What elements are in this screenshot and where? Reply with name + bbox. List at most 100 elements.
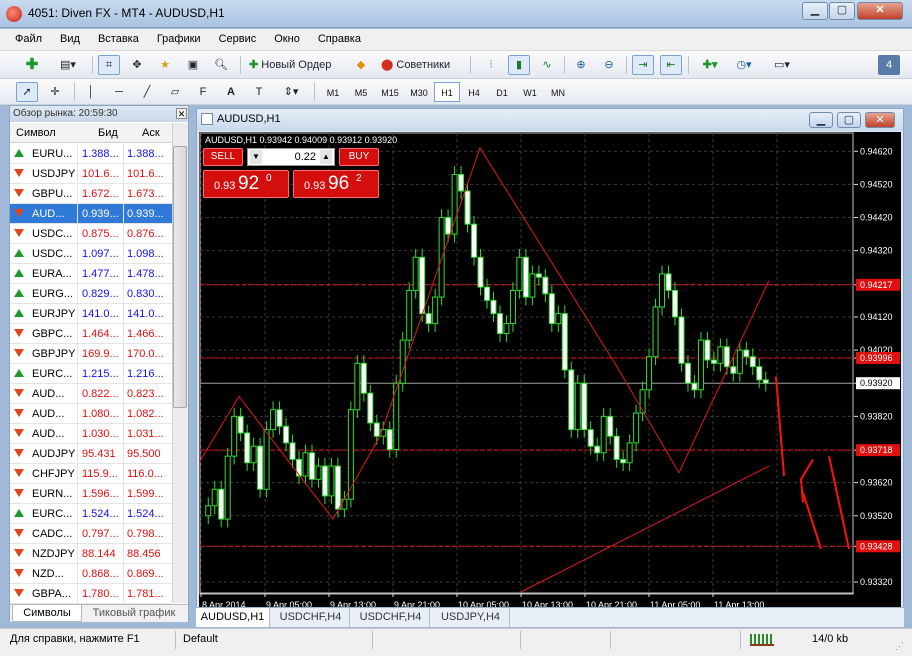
menu-window[interactable]: Окно — [265, 29, 309, 45]
menu-view[interactable]: Вид — [51, 29, 89, 45]
zoom-out-icon[interactable]: ⊖ — [598, 55, 620, 75]
symbol-row[interactable]: USDC... 1.097... 1.098... — [10, 244, 172, 264]
symbol-row[interactable]: GBPU... 1.672... 1.673... — [10, 184, 172, 204]
cursor-icon[interactable]: ➚ — [16, 82, 38, 102]
symbol-row[interactable]: AUDJPY 95.431 95.500 — [10, 444, 172, 464]
tf-d1[interactable]: D1 — [489, 82, 515, 102]
symbol-row[interactable]: GBPC... 1.464... 1.466... — [10, 324, 172, 344]
sell-button[interactable]: SELL — [203, 148, 243, 166]
profiles-icon[interactable]: ▤▾ — [54, 55, 82, 75]
symbol-row[interactable]: AUD... 0.939... 0.939... — [10, 204, 172, 224]
arrows-icon[interactable]: ⇕▾ — [276, 82, 306, 102]
symbol-row[interactable]: NZD... 0.868... 0.869... — [10, 564, 172, 584]
symbol-row[interactable]: CHFJPY 115.9... 116.0... — [10, 464, 172, 484]
chart-shift-icon[interactable]: ⇤ — [660, 55, 682, 75]
expert-advisors-button[interactable]: ⬤ Советники — [378, 55, 464, 75]
symbol-row[interactable]: USDC... 0.875... 0.876... — [10, 224, 172, 244]
horizontal-line-icon[interactable]: ─ — [108, 82, 130, 102]
line-chart-icon[interactable]: ∿ — [536, 55, 558, 75]
chart-minimize-button[interactable]: ▁ — [809, 112, 833, 128]
tf-m5[interactable]: M5 — [348, 82, 374, 102]
price-chart[interactable]: 0.94620 0.94520 0.94420 0.94320 0.94217 0.941… — [199, 132, 901, 612]
symbol-row[interactable]: EURN... 1.596... 1.599... — [10, 484, 172, 504]
symbol-row[interactable]: GBPJPY 169.9... 170.0... — [10, 344, 172, 364]
menu-insert[interactable]: Вставка — [89, 29, 148, 45]
text-icon[interactable]: A — [220, 82, 242, 102]
close-button[interactable]: ✕ — [857, 2, 903, 20]
zoom-in-icon[interactable]: ⊕ — [570, 55, 592, 75]
chart-tab-usdchf-h4-2[interactable]: USDCHF,H4 — [352, 608, 430, 627]
symbol-row[interactable]: EURA... 1.477... 1.478... — [10, 264, 172, 284]
lot-decrease-icon[interactable]: ▼ — [250, 150, 262, 164]
tf-h1[interactable]: H1 — [434, 82, 460, 102]
market-watch-close-icon[interactable]: ✕ — [176, 108, 187, 119]
drawing-toolbar: ➚ ✛ │ ─ ╱ ▱ F A T ⇕▾ M1 M5 M15 M30 H1 H4… — [0, 79, 912, 105]
indicators-icon[interactable]: ✚▾ — [696, 55, 724, 75]
periods-icon[interactable]: ◷▾ — [730, 55, 758, 75]
symbol-row[interactable]: NZDJPY 88.144 88.456 — [10, 544, 172, 564]
buy-price-button[interactable]: 0.93 96 2 — [293, 170, 379, 198]
symbol-row[interactable]: USDJPY 101.6... 101.6... — [10, 164, 172, 184]
chart-tab-usdchf-h4[interactable]: USDCHF,H4 — [272, 608, 350, 627]
symbol-row[interactable]: AUD... 1.080... 1.082... — [10, 404, 172, 424]
symbol-row[interactable]: EURU... 1.388... 1.388... — [10, 144, 172, 164]
tester-icon[interactable]: 🔍︎ — [210, 55, 232, 75]
new-chart-icon[interactable]: ✚ — [18, 55, 46, 75]
autoscroll-icon[interactable]: ⇥ — [632, 55, 654, 75]
lot-increase-icon[interactable]: ▲ — [320, 150, 332, 164]
bar-chart-icon[interactable]: ⫶ — [480, 55, 502, 75]
symbol-row[interactable]: CADC... 0.797... 0.798... — [10, 524, 172, 544]
new-order-button[interactable]: ✚ Новый Ордер — [246, 55, 346, 75]
symbol-row[interactable]: EURC... 1.524... 1.524... — [10, 504, 172, 524]
metaeditor-icon[interactable]: ◆ — [350, 55, 372, 75]
messages-badge[interactable]: 4 — [878, 55, 900, 75]
symbol-row[interactable]: EURG... 0.829... 0.830... — [10, 284, 172, 304]
lot-size-field[interactable]: ▼ 0.22 ▲ — [247, 148, 335, 166]
data-window-icon[interactable]: ✥ — [126, 55, 148, 75]
menu-tools[interactable]: Сервис — [210, 29, 266, 45]
tf-h4[interactable]: H4 — [461, 82, 487, 102]
chart-close-button[interactable]: ✕ — [865, 112, 895, 128]
tf-m1[interactable]: M1 — [320, 82, 346, 102]
tab-symbols[interactable]: Символы — [12, 605, 82, 622]
tab-tick-chart[interactable]: Тиковый график — [84, 605, 184, 622]
crosshair-icon[interactable]: ✛ — [44, 82, 66, 102]
row-bid: 1.097... — [82, 248, 119, 260]
symbol-row[interactable]: GBPA... 1.780... 1.781... — [10, 584, 172, 604]
tf-mn[interactable]: MN — [545, 82, 571, 102]
symbol-row[interactable]: EURJPY 141.0... 141.0... — [10, 304, 172, 324]
column-symbol[interactable]: Символ — [16, 127, 56, 139]
chart-maximize-button[interactable]: ▢ — [837, 112, 861, 128]
row-symbol: GBPJPY — [32, 348, 76, 360]
menu-file[interactable]: Файл — [6, 29, 51, 45]
navigator-icon[interactable]: ★ — [154, 55, 176, 75]
tf-w1[interactable]: W1 — [517, 82, 543, 102]
maximize-button[interactable]: ▢ — [829, 2, 855, 20]
templates-icon[interactable]: ▭▾ — [764, 55, 800, 75]
column-bid[interactable]: Бид — [98, 127, 118, 139]
market-watch-icon[interactable]: ⌗ — [98, 55, 120, 75]
text-label-icon[interactable]: T — [248, 82, 270, 102]
tf-m15[interactable]: M15 — [376, 82, 404, 102]
minimize-button[interactable]: ▁ — [802, 2, 828, 20]
tf-m30[interactable]: M30 — [405, 82, 433, 102]
symbol-row[interactable]: AUD... 1.030... 1.031... — [10, 424, 172, 444]
buy-button[interactable]: BUY — [339, 148, 379, 166]
trendline-icon[interactable]: ╱ — [136, 82, 158, 102]
menu-charts[interactable]: Графики — [148, 29, 210, 45]
channel-icon[interactable]: ▱ — [164, 82, 186, 102]
chart-tab-usdjpy-h4[interactable]: USDJPY,H4 — [432, 608, 510, 627]
resize-grip-icon[interactable]: ⋰ — [895, 641, 904, 652]
market-watch-scroll-thumb[interactable] — [173, 146, 187, 408]
menu-help[interactable]: Справка — [309, 29, 370, 45]
fibonacci-icon[interactable]: F — [192, 82, 214, 102]
sell-price-button[interactable]: 0.93 92 0 — [203, 170, 289, 198]
symbol-row[interactable]: AUD... 0.822... 0.823... — [10, 384, 172, 404]
candlestick-icon[interactable]: ▮ — [508, 55, 530, 75]
terminal-icon[interactable]: ▣ — [182, 55, 204, 75]
vertical-line-icon[interactable]: │ — [80, 82, 102, 102]
bear-candle — [373, 422, 380, 437]
symbol-row[interactable]: EURC... 1.215... 1.216... — [10, 364, 172, 384]
chart-tab-audusd-h1[interactable]: AUDUSD,H1 — [196, 608, 270, 627]
column-ask[interactable]: Аск — [142, 127, 160, 139]
